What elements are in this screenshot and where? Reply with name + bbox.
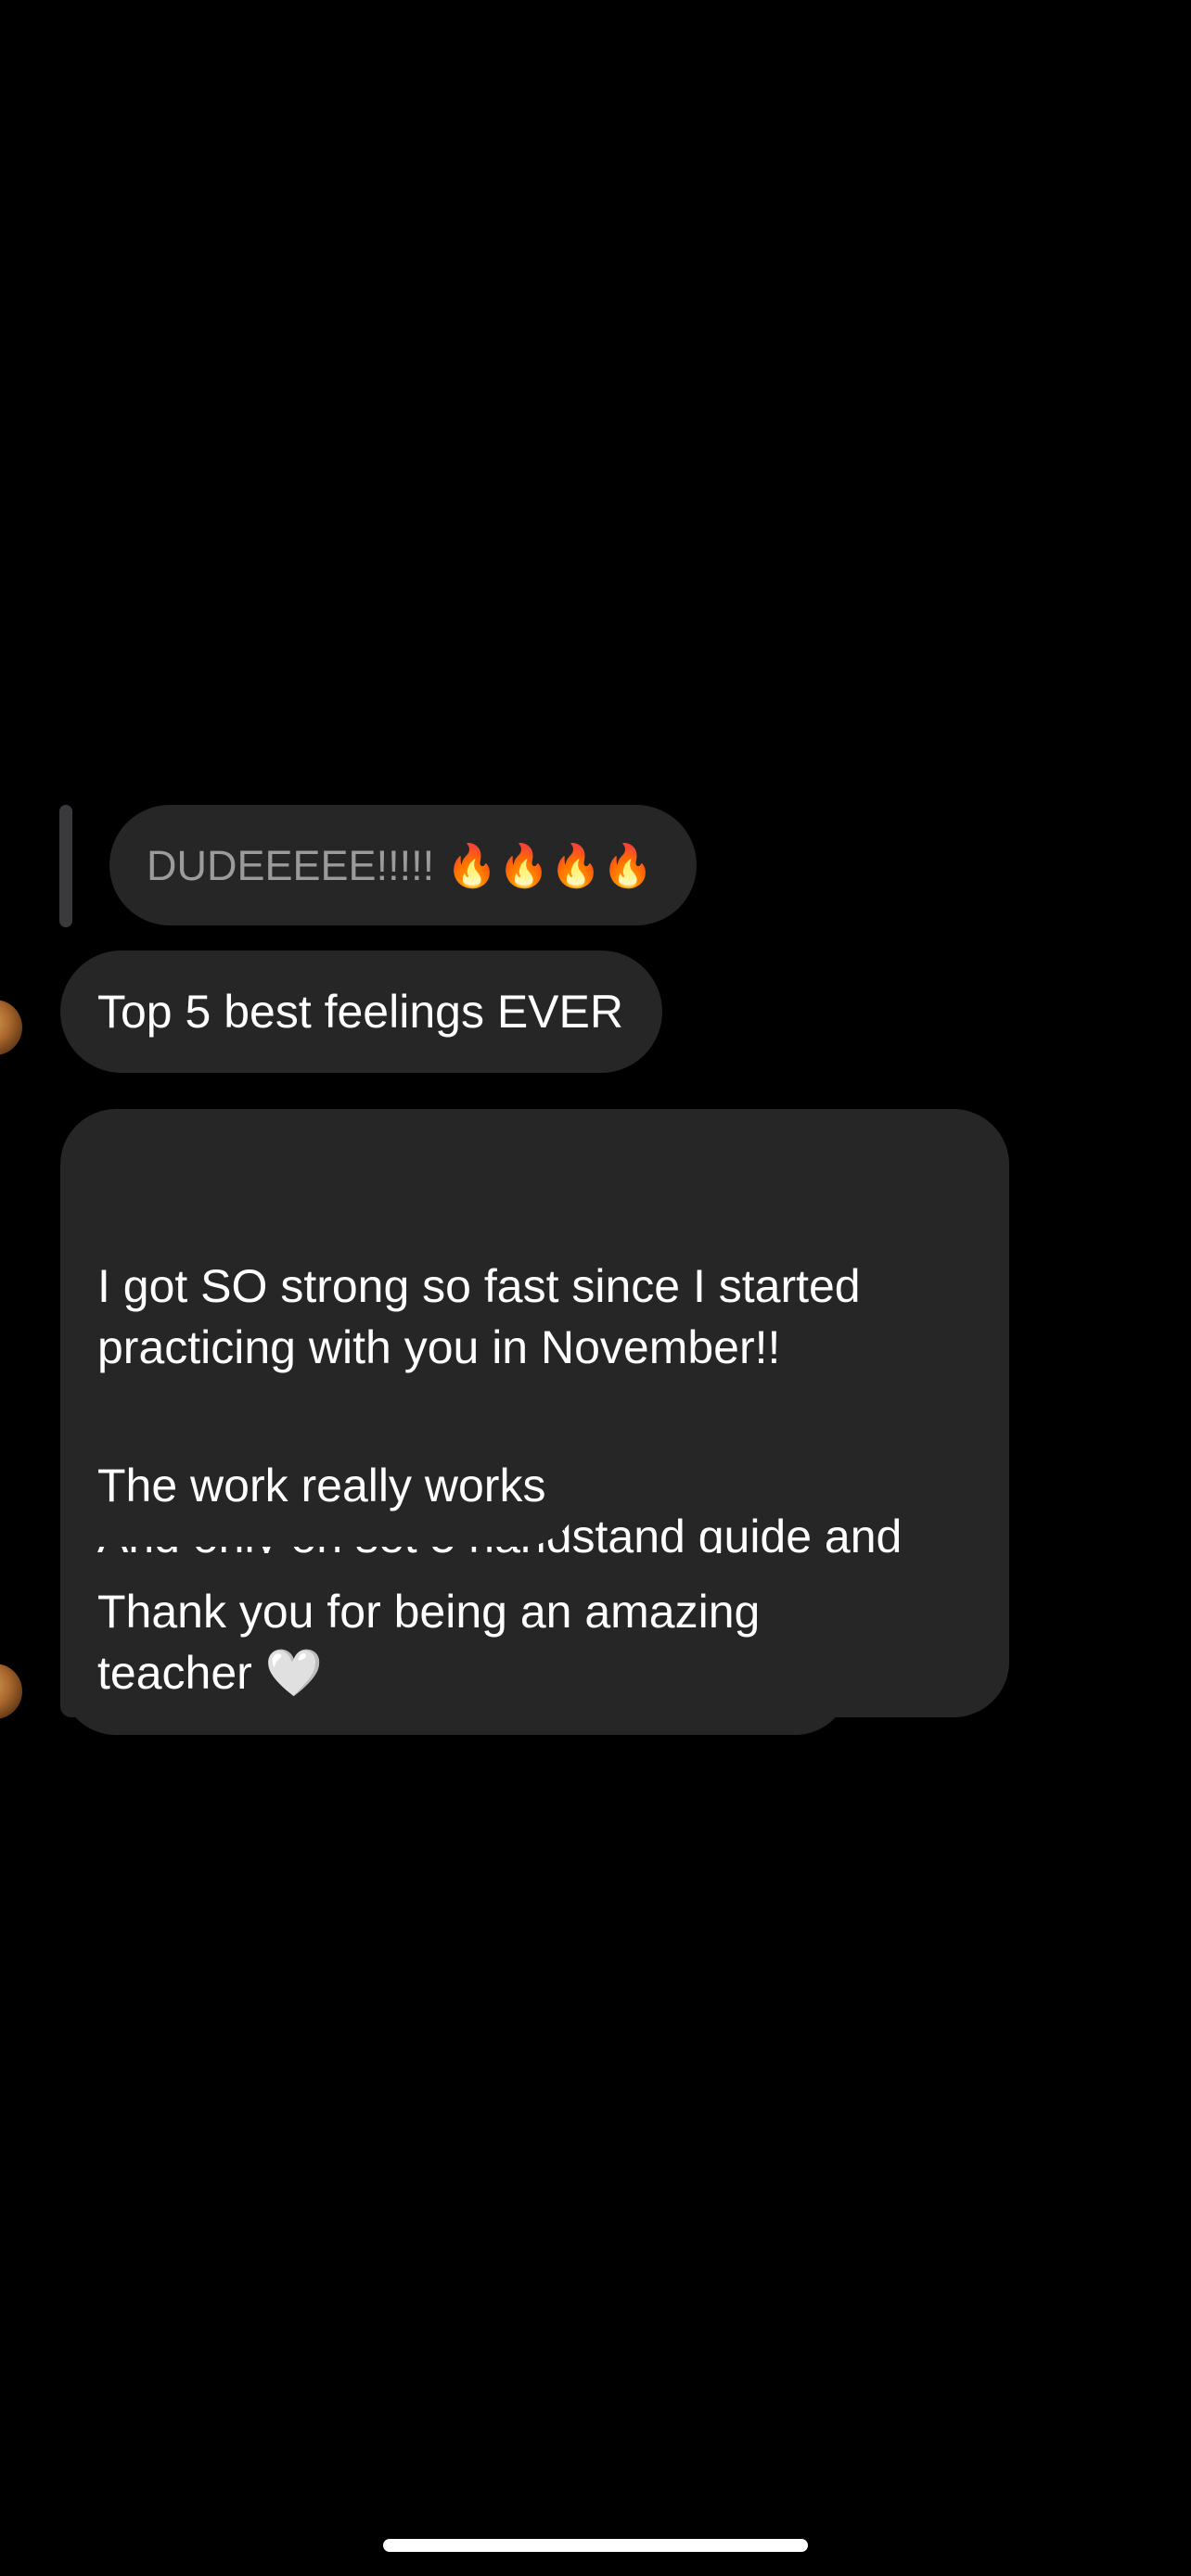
home-indicator[interactable]	[383, 2539, 808, 2552]
message-paragraph: I got SO strong so fast since I started …	[97, 1260, 874, 1373]
message-bubble[interactable]: Thank you for being an amazing teacher 🤍	[60, 1553, 851, 1735]
reply-indicator-bar	[59, 805, 72, 927]
sender-avatar[interactable]	[0, 1664, 22, 1719]
reply-context[interactable]: DUDEEEEE!!!!! 🔥🔥🔥🔥	[59, 805, 697, 927]
reply-quoted-message[interactable]: DUDEEEEE!!!!! 🔥🔥🔥🔥	[109, 805, 697, 925]
message-bubble[interactable]: Top 5 best feelings EVER	[60, 950, 662, 1073]
message-bubble[interactable]: The work really works	[60, 1424, 583, 1547]
sender-avatar[interactable]	[0, 1000, 22, 1055]
